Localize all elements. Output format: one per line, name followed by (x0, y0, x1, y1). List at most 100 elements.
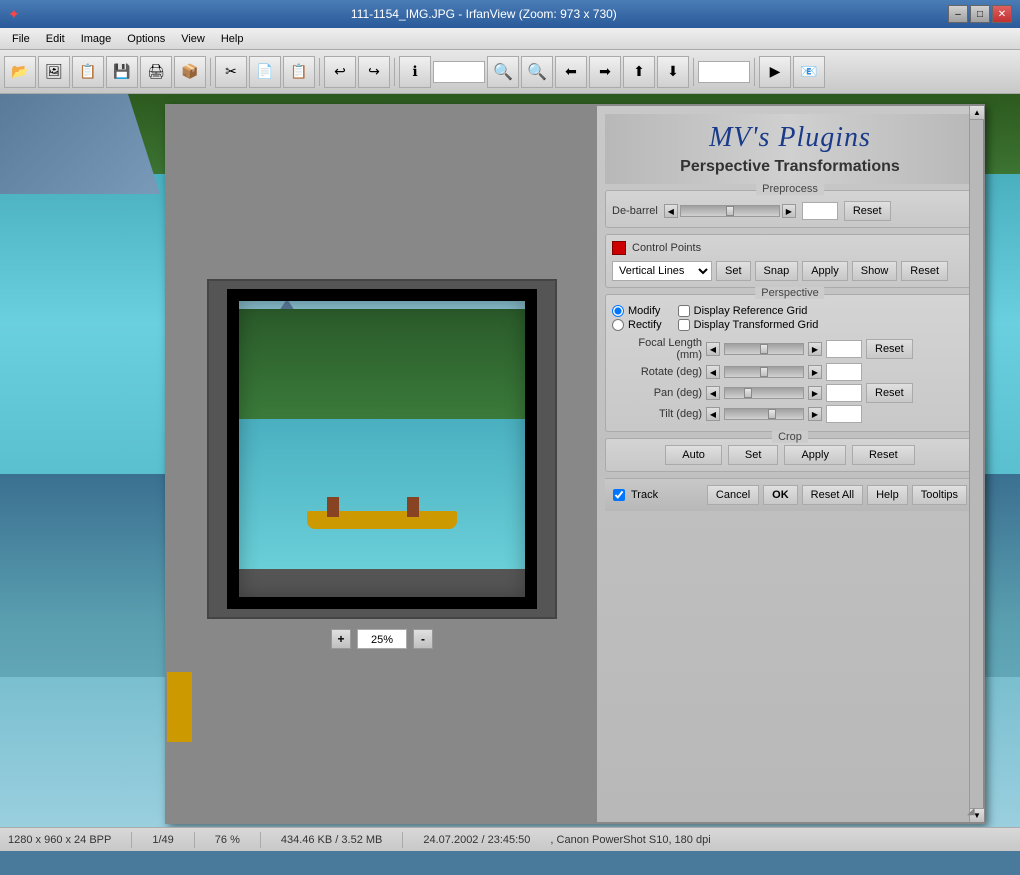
ref-grid-label: Display Reference Grid (694, 305, 808, 317)
maximize-button[interactable]: □ (970, 5, 990, 23)
zoom-out-button[interactable]: 🔍 (521, 56, 553, 88)
focal-track[interactable] (724, 343, 804, 355)
debarrel-thumb[interactable] (726, 206, 734, 216)
help-button[interactable]: Help (867, 485, 908, 505)
rotate-track[interactable] (724, 366, 804, 378)
copy-button[interactable]: 📄 (249, 56, 281, 88)
trans-grid-item: Display Transformed Grid (678, 319, 819, 331)
save-button[interactable]: 💾 (106, 56, 138, 88)
control-apply-button[interactable]: Apply (802, 261, 848, 281)
menu-view[interactable]: View (173, 31, 213, 47)
email-button[interactable]: 📧 (793, 56, 825, 88)
debarrel-value-input[interactable]: 0 (802, 202, 838, 220)
plugin-title: Perspective Transformations (613, 158, 967, 176)
slideshow-button[interactable]: ▶ (759, 56, 791, 88)
ref-grid-checkbox[interactable] (678, 305, 690, 317)
crop-reset-button[interactable]: Reset (852, 445, 915, 465)
reset-all-button[interactable]: Reset All (802, 485, 863, 505)
open-button[interactable]: 📂 (4, 56, 36, 88)
menu-image[interactable]: Image (73, 31, 120, 47)
tilt-right-arrow[interactable]: ▶ (808, 407, 822, 421)
pan-value-input[interactable]: -10.5 (826, 384, 862, 402)
paste-button[interactable]: 📋 (283, 56, 315, 88)
undo-button[interactable]: ↩ (324, 56, 356, 88)
menu-help[interactable]: Help (213, 31, 252, 47)
zoom-level-display: 25% (357, 629, 407, 649)
tilt-value-input[interactable]: 11.0 (826, 405, 862, 423)
focal-value-input[interactable]: 50 (826, 340, 862, 358)
show-button[interactable]: Show (852, 261, 898, 281)
snap-button[interactable]: Snap (755, 261, 799, 281)
zoom-input[interactable]: 76.0 (433, 61, 485, 83)
tilt-track[interactable] (724, 408, 804, 420)
toolbar-sep-2 (319, 58, 320, 86)
batch-button[interactable]: 📦 (174, 56, 206, 88)
bottom-right: Cancel OK Reset All Help Tooltips (707, 485, 967, 505)
scroll-up-button[interactable]: ▲ (970, 106, 984, 120)
track-checkbox[interactable] (613, 489, 625, 501)
menu-edit[interactable]: Edit (38, 31, 73, 47)
focal-right-arrow[interactable]: ▶ (808, 342, 822, 356)
zoom-status: 76 % (215, 834, 240, 846)
thumbnail-button[interactable]: 🖼 (38, 56, 70, 88)
debarrel-right-arrow[interactable]: ▶ (782, 204, 796, 218)
page-input[interactable]: 1/49 (698, 61, 750, 83)
debarrel-track[interactable] (680, 205, 780, 217)
zoom-in-button[interactable]: 🔍 (487, 56, 519, 88)
menu-file[interactable]: File (4, 31, 38, 47)
crop-apply-button[interactable]: Apply (784, 445, 846, 465)
rotate-right-arrow[interactable]: ▶ (808, 365, 822, 379)
toolbar-sep-5 (754, 58, 755, 86)
modify-radio[interactable] (612, 305, 624, 317)
prev-button[interactable]: ⬅ (555, 56, 587, 88)
first-button[interactable]: ⬆ (623, 56, 655, 88)
app-icon: ✦ (8, 6, 20, 23)
tilt-thumb[interactable] (768, 409, 776, 419)
focal-reset-button[interactable]: Reset (866, 339, 913, 359)
control-reset-button[interactable]: Reset (901, 261, 948, 281)
modify-label: Modify (628, 305, 660, 317)
menu-options[interactable]: Options (119, 31, 173, 47)
next-button[interactable]: ➡ (589, 56, 621, 88)
browse-button[interactable]: 📋 (72, 56, 104, 88)
pan-reset-button[interactable]: Reset (866, 383, 913, 403)
print-button[interactable]: 🖨 (140, 56, 172, 88)
rotate-thumb[interactable] (760, 367, 768, 377)
cut-button[interactable]: ✂ (215, 56, 247, 88)
rotate-left-arrow[interactable]: ◀ (706, 365, 720, 379)
last-button[interactable]: ⬇ (657, 56, 689, 88)
close-button[interactable]: ✕ (992, 5, 1012, 23)
redo-button[interactable]: ↪ (358, 56, 390, 88)
trans-grid-checkbox[interactable] (678, 319, 690, 331)
rotate-value-input[interactable]: 0.0 (826, 363, 862, 381)
pan-right-arrow[interactable]: ▶ (808, 386, 822, 400)
debarrel-reset-button[interactable]: Reset (844, 201, 891, 221)
mode-radio-group: Modify Rectify (612, 305, 662, 331)
auto-button[interactable]: Auto (665, 445, 722, 465)
preprocess-section: Preprocess De-barrel ◀ ▶ 0 (605, 190, 975, 228)
zoom-plus-button[interactable]: + (331, 629, 351, 649)
debarrel-left-arrow[interactable]: ◀ (664, 204, 678, 218)
pan-track[interactable] (724, 387, 804, 399)
cancel-button[interactable]: Cancel (707, 485, 759, 505)
tilt-left-arrow[interactable]: ◀ (706, 407, 720, 421)
focal-thumb[interactable] (760, 344, 768, 354)
tooltips-button[interactable]: Tooltips (912, 485, 967, 505)
zoom-minus-button[interactable]: - (413, 629, 433, 649)
pan-thumb[interactable] (744, 388, 752, 398)
toolbar: 📂 🖼 📋 💾 🖨 📦 ✂ 📄 📋 ↩ ↪ ℹ 76.0 🔍 🔍 ⬅ ➡ ⬆ ⬇… (0, 50, 1020, 94)
set-button[interactable]: Set (716, 261, 751, 281)
ok-button[interactable]: OK (763, 485, 798, 505)
crop-set-button[interactable]: Set (728, 445, 779, 465)
rectify-radio-item: Rectify (612, 319, 662, 331)
rectify-radio[interactable] (612, 319, 624, 331)
preview-image-container (207, 279, 557, 619)
pan-left-arrow[interactable]: ◀ (706, 386, 720, 400)
resize-handle[interactable]: ◢ (967, 806, 981, 820)
focal-left-arrow[interactable]: ◀ (706, 342, 720, 356)
preview-image (227, 289, 537, 609)
info-button[interactable]: ℹ (399, 56, 431, 88)
minimize-button[interactable]: – (948, 5, 968, 23)
control-points-dropdown[interactable]: Vertical Lines Horizontal Lines Grid (612, 261, 712, 281)
window-controls: – □ ✕ (948, 5, 1012, 23)
